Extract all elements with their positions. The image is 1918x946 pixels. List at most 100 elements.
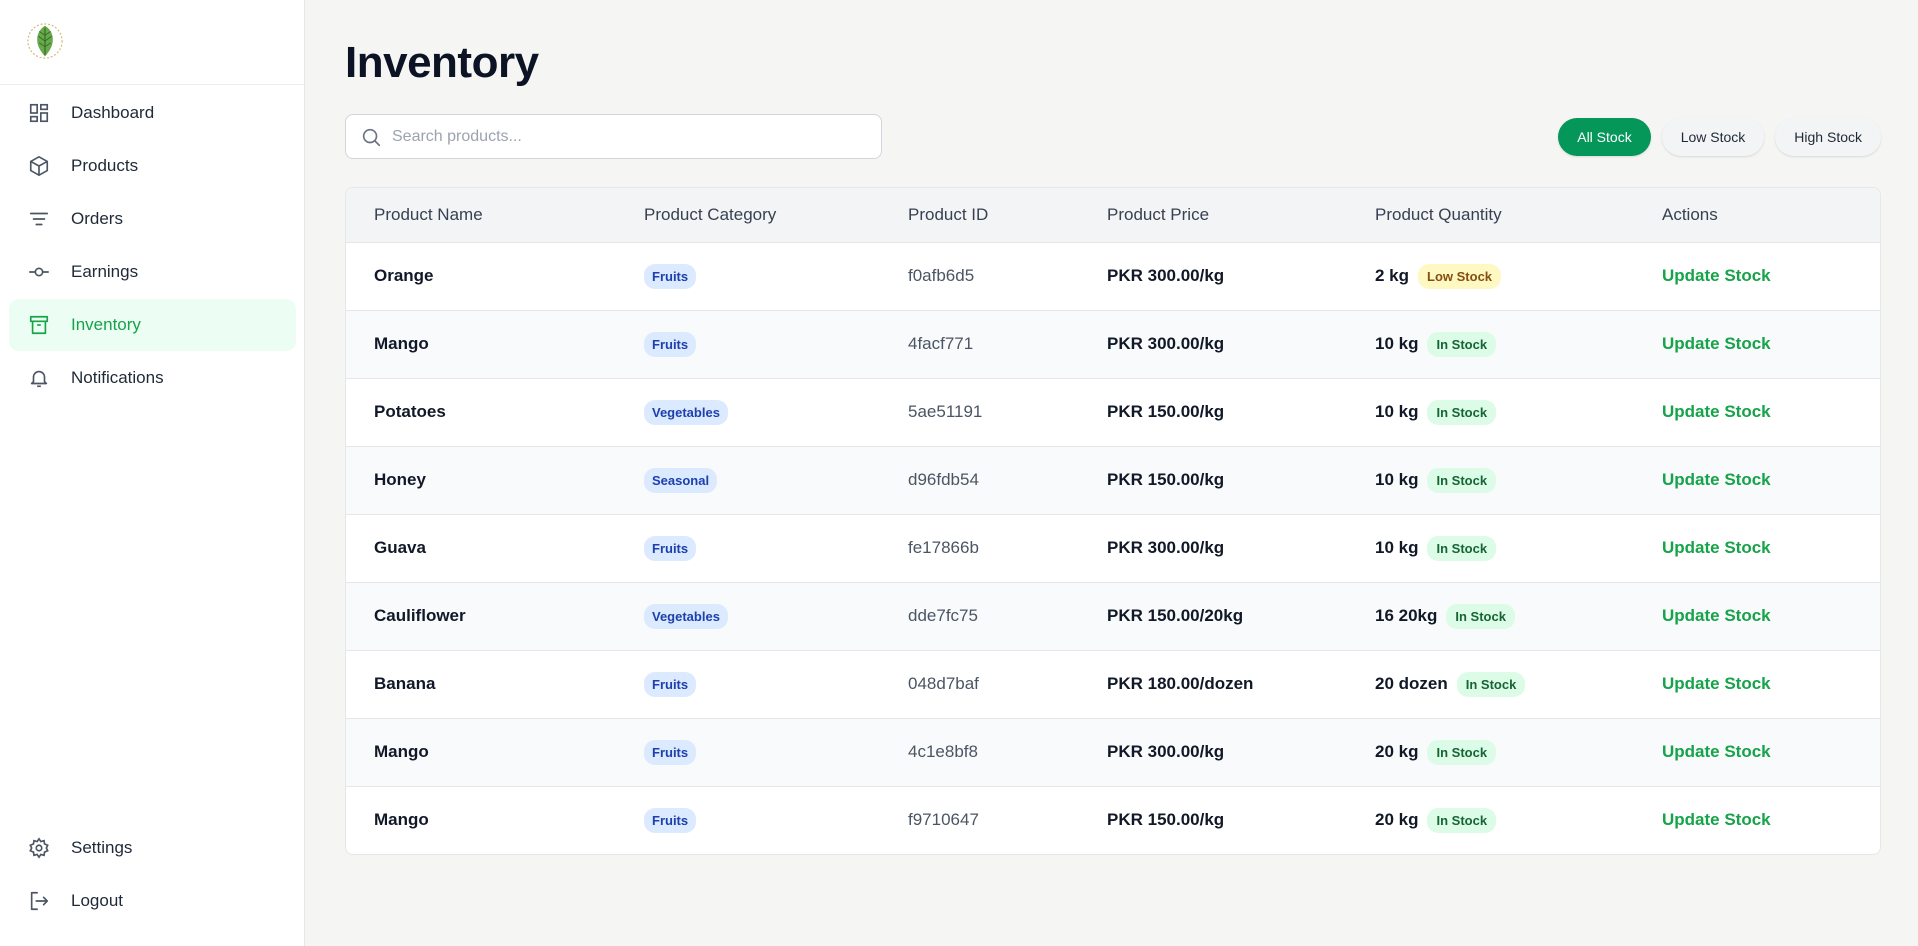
- product-name: Potatoes: [346, 377, 644, 446]
- stock-status-badge: Low Stock: [1418, 263, 1502, 289]
- sidebar-item-inventory[interactable]: Inventory: [9, 299, 296, 351]
- column-header-product-id: Product ID: [908, 188, 1107, 242]
- update-stock-link[interactable]: Update Stock: [1662, 674, 1771, 693]
- update-stock-link[interactable]: Update Stock: [1662, 266, 1771, 285]
- stock-status-badge: In Stock: [1427, 807, 1497, 833]
- product-name: Mango: [346, 309, 644, 378]
- stock-status-badge: In Stock: [1446, 603, 1515, 629]
- product-quantity: 20 dozen: [1375, 673, 1448, 693]
- stock-status-badge: In Stock: [1427, 399, 1497, 425]
- product-price: PKR 150.00/kg: [1107, 377, 1375, 446]
- category-badge: Fruits: [644, 807, 697, 833]
- category-badge: Fruits: [644, 263, 697, 289]
- category-badge: Seasonal: [644, 467, 718, 493]
- search-box[interactable]: [345, 114, 882, 159]
- product-id: f9710647: [908, 785, 1107, 854]
- product-name: Guava: [346, 513, 644, 582]
- product-quantity: 16 20kg: [1375, 605, 1438, 625]
- sidebar-item-orders[interactable]: Orders: [9, 193, 296, 245]
- product-quantity: 2 kg: [1375, 265, 1410, 285]
- logo-area: [0, 0, 304, 85]
- category-badge: Fruits: [644, 535, 697, 561]
- sidebar-item-settings[interactable]: Settings: [9, 822, 296, 874]
- table-row: Mango Fruits f9710647 PKR 150.00/kg 20 k…: [346, 785, 1880, 854]
- filter-lines-icon: [28, 208, 50, 230]
- table-row: Orange Fruits f0afb6d5 PKR 300.00/kg 2 k…: [346, 241, 1880, 310]
- update-stock-link[interactable]: Update Stock: [1662, 810, 1771, 829]
- product-price: PKR 150.00/20kg: [1107, 581, 1375, 650]
- product-quantity: 20 kg: [1375, 809, 1419, 829]
- sidebar-item-products[interactable]: Products: [9, 140, 296, 192]
- category-badge: Vegetables: [644, 603, 728, 629]
- update-stock-link[interactable]: Update Stock: [1662, 606, 1771, 625]
- product-name: Banana: [346, 649, 644, 718]
- sidebar-nav: Dashboard Products Orders Earnings Inven…: [9, 87, 296, 405]
- logout-icon: [28, 890, 50, 912]
- table-row: Banana Fruits 048d7baf PKR 180.00/dozen …: [346, 649, 1880, 718]
- table-row: Guava Fruits fe17866b PKR 300.00/kg 10 k…: [346, 513, 1880, 582]
- sidebar-item-label: Dashboard: [71, 103, 155, 122]
- product-price: PKR 300.00/kg: [1107, 241, 1375, 310]
- sidebar-item-label: Settings: [71, 838, 133, 857]
- product-quantity: 10 kg: [1375, 333, 1419, 353]
- product-name: Mango: [346, 785, 644, 854]
- product-id: 048d7baf: [908, 649, 1107, 718]
- product-id: dde7fc75: [908, 581, 1107, 650]
- sidebar-item-label: Inventory: [71, 315, 141, 334]
- sidebar-item-notifications[interactable]: Notifications: [9, 352, 296, 404]
- search-input[interactable]: [392, 127, 872, 146]
- column-header-product-quantity: Product Quantity: [1375, 188, 1662, 242]
- product-id: 4facf771: [908, 309, 1107, 378]
- stock-status-badge: In Stock: [1427, 535, 1497, 561]
- product-name: Orange: [346, 241, 644, 310]
- category-badge: Fruits: [644, 331, 697, 357]
- sidebar-item-earnings[interactable]: Earnings: [9, 246, 296, 298]
- product-id: f0afb6d5: [908, 241, 1107, 310]
- filter-all-stock-button[interactable]: All Stock: [1558, 118, 1651, 156]
- sidebar-bottom-nav: Settings Logout: [9, 822, 296, 928]
- update-stock-link[interactable]: Update Stock: [1662, 334, 1771, 353]
- update-stock-link[interactable]: Update Stock: [1662, 402, 1771, 421]
- product-price: PKR 180.00/dozen: [1107, 649, 1375, 718]
- archive-icon: [28, 314, 50, 336]
- sidebar: Dashboard Products Orders Earnings Inven…: [0, 0, 305, 946]
- column-header-actions: Actions: [1662, 188, 1880, 242]
- update-stock-link[interactable]: Update Stock: [1662, 538, 1771, 557]
- product-name: Cauliflower: [346, 581, 644, 650]
- product-quantity: 20 kg: [1375, 741, 1419, 761]
- product-price: PKR 300.00/kg: [1107, 717, 1375, 786]
- update-stock-link[interactable]: Update Stock: [1662, 742, 1771, 761]
- product-price: PKR 300.00/kg: [1107, 513, 1375, 582]
- product-name: Honey: [346, 445, 644, 514]
- column-header-product-category: Product Category: [644, 188, 908, 242]
- product-id: fe17866b: [908, 513, 1107, 582]
- category-badge: Vegetables: [644, 399, 728, 425]
- product-id: d96fdb54: [908, 445, 1107, 514]
- box-icon: [28, 155, 50, 177]
- product-price: PKR 150.00/kg: [1107, 445, 1375, 514]
- table-row: Mango Fruits 4c1e8bf8 PKR 300.00/kg 20 k…: [346, 717, 1880, 786]
- stock-status-badge: In Stock: [1456, 671, 1526, 697]
- sidebar-item-label: Orders: [71, 209, 123, 228]
- product-price: PKR 300.00/kg: [1107, 309, 1375, 378]
- product-quantity: 10 kg: [1375, 537, 1419, 557]
- sidebar-item-label: Earnings: [71, 262, 139, 281]
- inventory-table: Product Name Product Category Product ID…: [345, 187, 1881, 855]
- column-header-product-name: Product Name: [346, 188, 644, 242]
- leaf-logo-icon[interactable]: [26, 22, 64, 60]
- update-stock-link[interactable]: Update Stock: [1662, 470, 1771, 489]
- search-icon: [360, 126, 382, 148]
- sidebar-item-dashboard[interactable]: Dashboard: [9, 87, 296, 139]
- table-row: Cauliflower Vegetables dde7fc75 PKR 150.…: [346, 581, 1880, 650]
- table-row: Mango Fruits 4facf771 PKR 300.00/kg 10 k…: [346, 309, 1880, 378]
- stock-filters: All Stock Low Stock High Stock: [1558, 118, 1881, 156]
- table-row: Honey Seasonal d96fdb54 PKR 150.00/kg 10…: [346, 445, 1880, 514]
- filter-high-stock-button[interactable]: High Stock: [1775, 118, 1881, 156]
- gear-icon: [28, 837, 50, 859]
- product-quantity: 10 kg: [1375, 401, 1419, 421]
- product-name: Mango: [346, 717, 644, 786]
- product-quantity: 10 kg: [1375, 469, 1419, 489]
- category-badge: Fruits: [644, 671, 697, 697]
- filter-low-stock-button[interactable]: Low Stock: [1661, 118, 1765, 156]
- sidebar-item-logout[interactable]: Logout: [9, 875, 296, 927]
